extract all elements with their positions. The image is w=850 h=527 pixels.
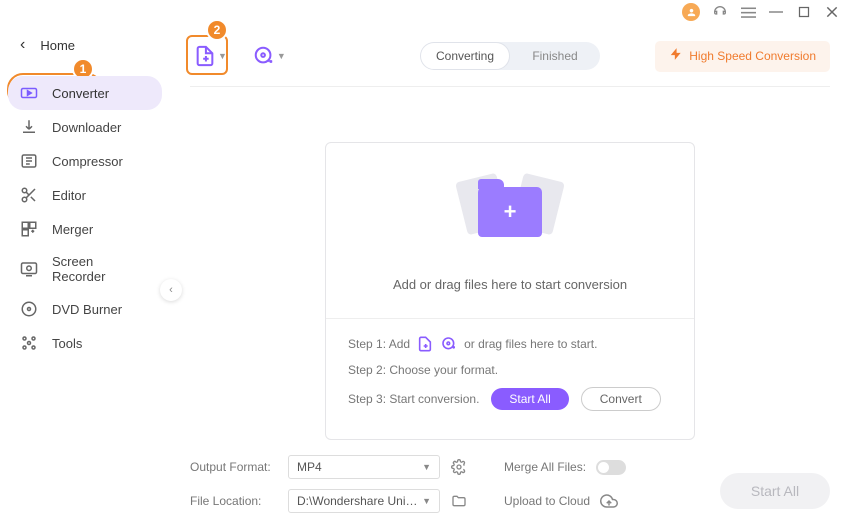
open-folder-icon[interactable] xyxy=(450,492,468,510)
sidebar-label: Downloader xyxy=(52,120,121,135)
plus-icon: + xyxy=(504,199,517,225)
step1-post-text: or drag files here to start. xyxy=(464,337,597,351)
main-layout: ‹ Home 1 Converter Downloader Compressor… xyxy=(0,24,850,527)
file-location-value: D:\Wondershare UniConverter 1 xyxy=(297,494,422,508)
sidebar-item-converter[interactable]: Converter xyxy=(8,76,162,110)
step1-pre-text: Step 1: Add xyxy=(348,337,410,351)
convert-button-inline[interactable]: Convert xyxy=(581,387,661,411)
sidebar-label: Converter xyxy=(52,86,109,101)
merge-toggle[interactable] xyxy=(596,460,626,475)
output-format-select[interactable]: MP4 ▼ xyxy=(288,455,440,479)
minimize-window-icon[interactable] xyxy=(768,4,784,20)
editor-scissors-icon xyxy=(20,186,38,204)
dvd-burner-icon xyxy=(20,300,38,318)
sidebar-label: Tools xyxy=(52,336,82,351)
sidebar: ‹ Home 1 Converter Downloader Compressor… xyxy=(0,24,170,527)
sidebar-item-compressor[interactable]: Compressor xyxy=(0,144,170,178)
sidebar-label: Compressor xyxy=(52,154,123,169)
output-settings-gear-icon[interactable] xyxy=(450,458,468,476)
content-area: 2 ▼ ▼ Converting Finished High Speed Con… xyxy=(170,24,850,527)
sidebar-label: Editor xyxy=(52,188,86,203)
step3-text: Step 3: Start conversion. xyxy=(348,392,479,406)
user-avatar-icon[interactable] xyxy=(682,3,700,21)
step-3-row: Step 3: Start conversion. Start All Conv… xyxy=(348,387,672,411)
add-file-mini-icon[interactable] xyxy=(416,335,434,353)
lightning-icon xyxy=(669,47,683,66)
sidebar-item-editor[interactable]: Editor xyxy=(0,178,170,212)
output-format-label: Output Format: xyxy=(190,460,278,474)
sidebar-item-recorder[interactable]: Screen Recorder xyxy=(0,246,170,292)
high-speed-toggle[interactable]: High Speed Conversion xyxy=(655,41,830,72)
chevron-down-icon: ▼ xyxy=(277,51,286,61)
screen-recorder-icon xyxy=(20,260,38,278)
step-1-row: Step 1: Add or drag files here to start. xyxy=(348,335,672,353)
support-headset-icon[interactable] xyxy=(712,4,728,20)
chevron-down-icon: ▼ xyxy=(422,462,431,472)
start-all-button-inline[interactable]: Start All xyxy=(491,388,568,410)
sidebar-item-dvd[interactable]: DVD Burner xyxy=(0,292,170,326)
back-chevron-icon[interactable]: ‹ xyxy=(20,36,25,54)
steps-panel: Step 1: Add or drag files here to start.… xyxy=(326,318,694,439)
start-all-button-main[interactable]: Start All xyxy=(720,473,830,509)
sidebar-item-downloader[interactable]: Downloader xyxy=(0,110,170,144)
chevron-down-icon: ▼ xyxy=(218,51,227,61)
tab-finished[interactable]: Finished xyxy=(510,42,600,70)
sidebar-item-merger[interactable]: Merger xyxy=(0,212,170,246)
home-nav[interactable]: ‹ Home xyxy=(0,36,170,54)
downloader-icon xyxy=(20,118,38,136)
high-speed-label: High Speed Conversion xyxy=(689,49,816,63)
sidebar-item-tools[interactable]: Tools xyxy=(0,326,170,360)
window-titlebar xyxy=(0,0,850,24)
drop-zone[interactable]: + Add or drag files here to start conver… xyxy=(325,142,695,440)
home-label: Home xyxy=(40,38,75,53)
folder-illustration: + xyxy=(455,169,565,255)
file-location-label: File Location: xyxy=(190,494,278,508)
tab-converting[interactable]: Converting xyxy=(420,42,510,70)
sidebar-label: DVD Burner xyxy=(52,302,122,317)
add-disc-button[interactable]: ▼ xyxy=(249,41,290,71)
tab-switcher: Converting Finished xyxy=(420,42,600,70)
maximize-window-icon[interactable] xyxy=(796,4,812,20)
sidebar-label: Merger xyxy=(52,222,93,237)
upload-cloud-label: Upload to Cloud xyxy=(504,494,590,508)
output-format-value: MP4 xyxy=(297,460,322,474)
chevron-down-icon: ▼ xyxy=(422,496,431,506)
toolbar: 2 ▼ ▼ Converting Finished High Speed Con… xyxy=(190,36,830,76)
add-disc-mini-icon[interactable] xyxy=(440,335,458,353)
cloud-upload-icon[interactable] xyxy=(600,492,618,510)
tools-grid-icon xyxy=(20,334,38,352)
toolbar-separator xyxy=(190,86,830,87)
close-window-icon[interactable] xyxy=(824,4,840,20)
add-file-button[interactable]: ▼ xyxy=(190,41,231,71)
sidebar-label: Screen Recorder xyxy=(52,254,150,284)
annotation-badge-2: 2 xyxy=(206,19,228,41)
converter-icon xyxy=(20,84,38,102)
step-2-row: Step 2: Choose your format. xyxy=(348,363,672,377)
merger-icon xyxy=(20,220,38,238)
hamburger-menu-icon[interactable] xyxy=(740,4,756,20)
merge-label: Merge All Files: xyxy=(504,460,586,474)
compressor-icon xyxy=(20,152,38,170)
drop-hint-text: Add or drag files here to start conversi… xyxy=(393,277,627,292)
file-location-select[interactable]: D:\Wondershare UniConverter 1 ▼ xyxy=(288,489,440,513)
